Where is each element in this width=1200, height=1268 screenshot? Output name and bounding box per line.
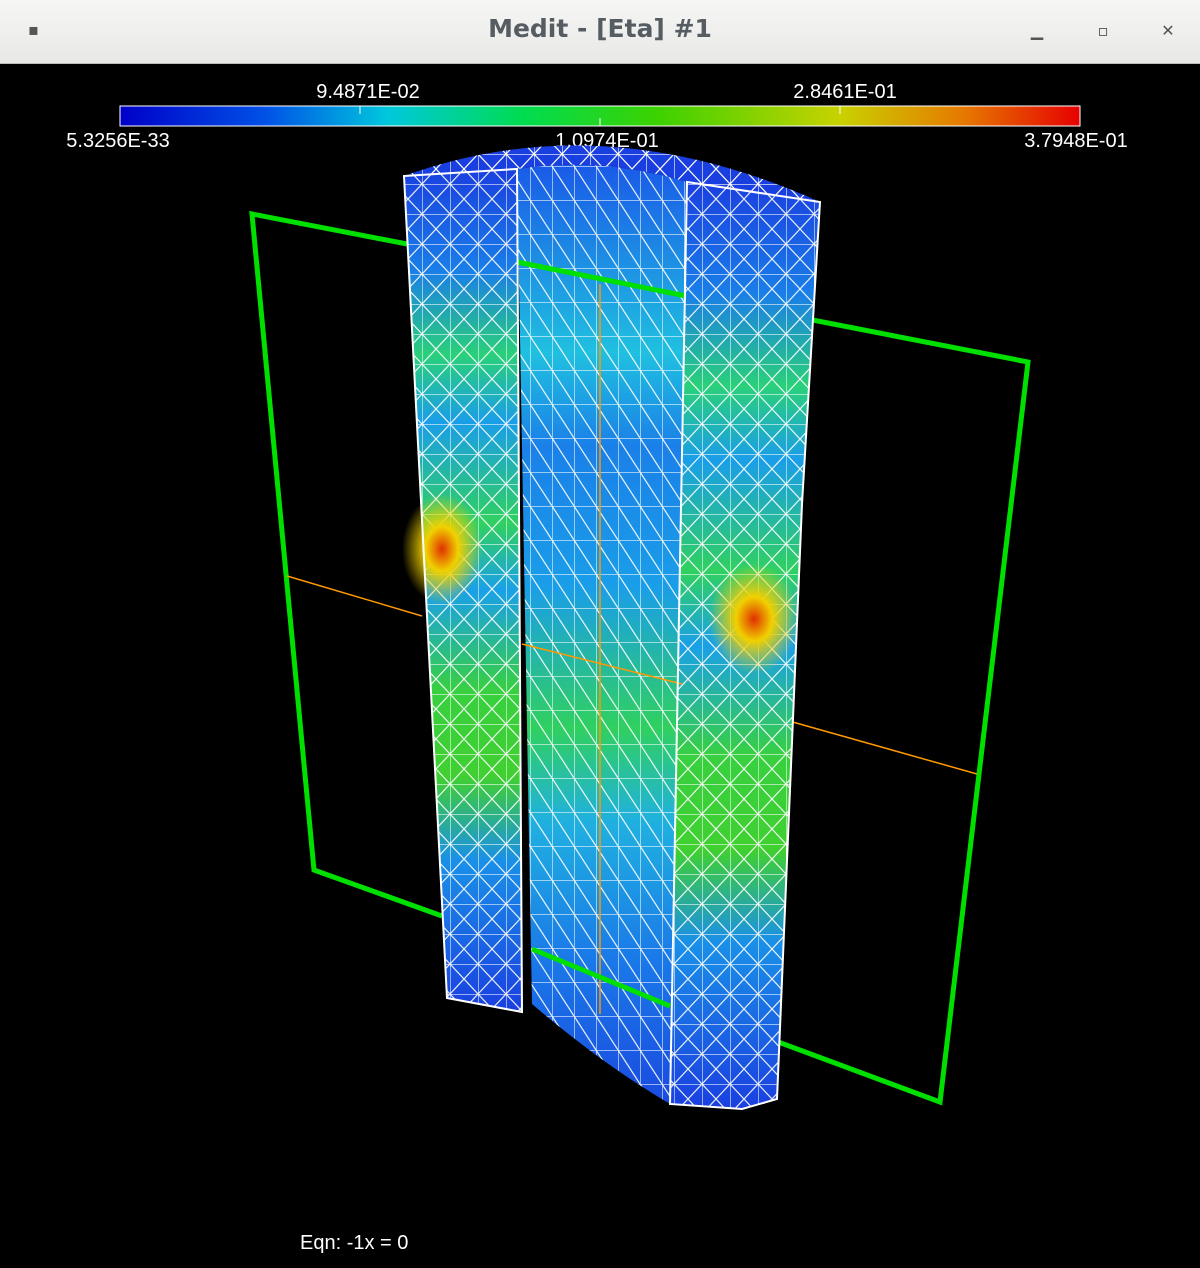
window-title: Medit - [Eta] #1 <box>488 14 712 43</box>
hotspot-left <box>402 494 482 604</box>
clip-equation-status: Eqn: -1x = 0 <box>300 1232 409 1254</box>
clip-plane-axis <box>781 718 978 775</box>
colorbar-label-upper-1: 9.4871E-02 <box>316 81 419 103</box>
hotspot-right <box>709 564 799 674</box>
3d-viewport[interactable]: 9.4871E-02 2.8461E-01 5.3256E-33 1.0974E… <box>2 64 1198 1264</box>
window-titlebar[interactable]: ▪ Medit - [Eta] #1 ▁ ▫ ✕ <box>0 0 1200 64</box>
colorbar-label-max: 3.7948E-01 <box>1024 130 1127 152</box>
mesh-inner-face-edges <box>517 164 687 1105</box>
minimize-icon[interactable]: ▁ <box>1024 18 1050 44</box>
render-canvas[interactable]: 9.4871E-02 2.8461E-01 5.3256E-33 1.0974E… <box>2 64 1198 1264</box>
maximize-icon[interactable]: ▫ <box>1090 18 1116 44</box>
close-icon[interactable]: ✕ <box>1155 18 1181 44</box>
colorbar-label-upper-2: 2.8461E-01 <box>793 81 896 103</box>
colorbar-label-min: 5.3256E-33 <box>66 130 169 152</box>
clip-plane-axis <box>286 575 423 617</box>
